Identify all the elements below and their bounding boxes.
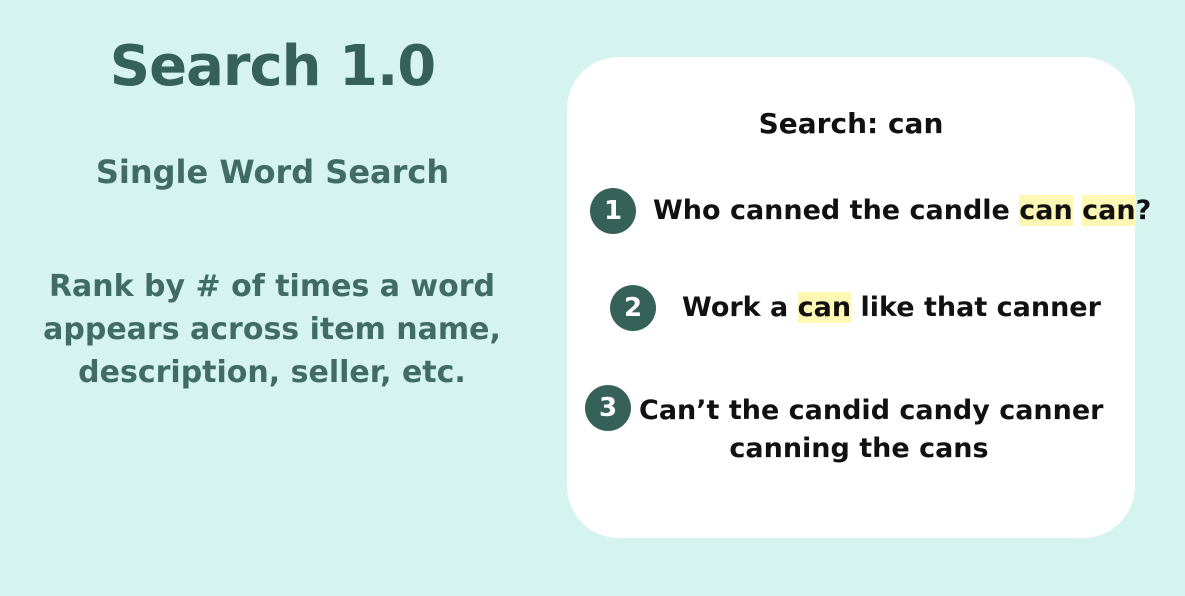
- result-text: ?: [1135, 195, 1152, 226]
- page-title: Search 1.0: [109, 34, 436, 99]
- search-result-3[interactable]: Can’t the candid candy canner canning th…: [639, 392, 1104, 468]
- search-query-label: Search: can: [758, 107, 944, 140]
- ranking-description: Rank by # of times a word appears across…: [43, 269, 501, 390]
- highlighted-match: can: [797, 292, 852, 323]
- left-panel: Search 1.0 Single Word Search Rank by # …: [0, 0, 545, 596]
- highlighted-match: can: [1082, 195, 1136, 226]
- page-subtitle: Single Word Search: [95, 153, 450, 191]
- result-text-line-1: Can’t the candid candy canner: [639, 395, 1104, 426]
- result-text: Work a: [682, 292, 798, 323]
- highlighted-match: can: [1019, 195, 1073, 226]
- rank-badge-3: 3: [585, 385, 631, 431]
- rank-badge-1: 1: [590, 188, 636, 234]
- rank-badge-2: 2: [610, 285, 656, 331]
- result-text-line-2: canning the cans: [729, 433, 989, 464]
- result-text: like that canner: [851, 292, 1101, 323]
- result-text: Who canned the candle: [653, 195, 1020, 226]
- search-result-1[interactable]: Who canned the candle can can?: [653, 192, 1151, 230]
- search-results-card: Search: can 1 Who canned the candle can …: [567, 57, 1151, 538]
- result-text: [1073, 195, 1082, 226]
- search-result-2[interactable]: Work a can like that canner: [682, 289, 1101, 327]
